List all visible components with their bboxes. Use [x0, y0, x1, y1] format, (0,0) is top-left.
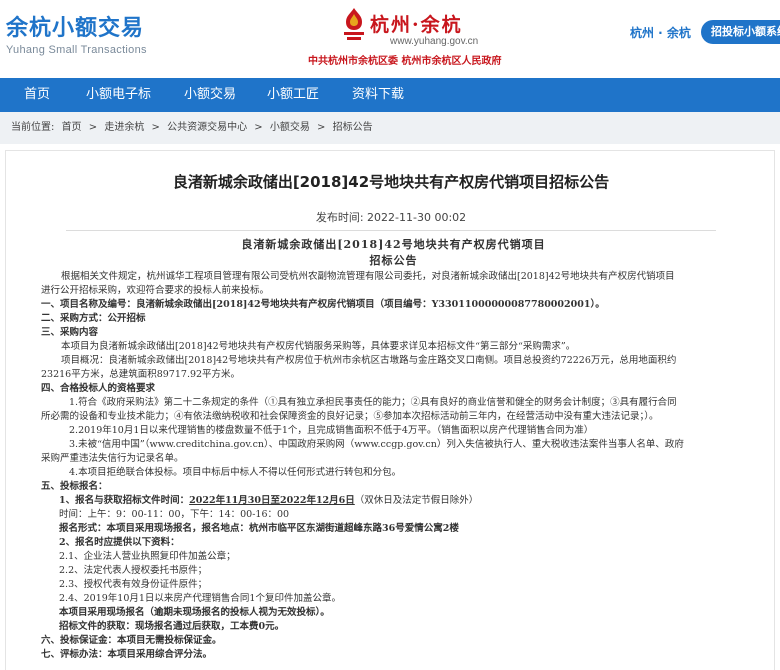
section-heading: 六、投标保证金：本项目无需投标保证金。	[41, 635, 222, 646]
breadcrumb-separator: >	[88, 122, 98, 133]
breadcrumb-resource-center[interactable]: 公共资源交易中心	[167, 122, 247, 133]
paragraph: 报名形式：本项目采用现场报名，报名地点：杭州市临平区东湖街道超峰东路36号爱情公…	[59, 523, 459, 534]
list-item: 2.4、2019年10月1日以来房产代理销售合同1个复印件加盖公章。	[59, 593, 341, 604]
paragraph: 所必需的设备和专业技术能力；④有依法缴纳税收和社会保障资金的良好记录；⑤参加本次…	[41, 411, 659, 422]
government-line: 中共杭州市余杭区委 杭州市余杭区人民政府	[308, 56, 502, 67]
nav-item-downloads[interactable]: 资料下载	[352, 78, 404, 112]
list-item: 2.2、法定代表人授权委托书原件；	[59, 565, 208, 576]
paragraph: 2.2019年10月1日以来代理销售的楼盘数量不低于1个，且完成销售面积不低于4…	[69, 425, 594, 436]
breadcrumb-current: 招标公告	[332, 122, 373, 133]
site-header: 余杭小额交易 Yuhang Small Transactions 杭州·余杭 w…	[0, 0, 780, 76]
paragraph: 4.本项目拒绝联合体投标。项目中标后中标人不得以任何形式进行转包和分包。	[69, 467, 402, 478]
logo-text: 杭州·余杭	[370, 14, 463, 36]
section-heading: 一、项目名称及编号：良渚新城余政储出[2018]42号地块共有产权房代销项目（项…	[41, 299, 605, 310]
section-heading: 二、采购方式：公开招标	[41, 313, 146, 324]
brand-name: 余杭小额交易	[6, 16, 145, 41]
page-title: 良渚新城余政储出[2018]42号地块共有产权房代销项目招标公告	[172, 173, 610, 191]
paragraph: 2、报名时应提供以下资料：	[59, 537, 180, 548]
brand-subtitle: Yuhang Small Transactions	[6, 44, 147, 56]
region-link[interactable]: 杭州 · 余杭	[630, 24, 691, 41]
breadcrumb-label: 当前位置:	[11, 122, 55, 133]
paragraph: 本项目为良渚新城余政储出[2018]42号地块共有产权房代销服务采购等，具体要求…	[61, 341, 576, 352]
paragraph: 招标文件的获取：现场报名通过后获取，工本费0元。	[59, 621, 285, 632]
announcement-body: 良渚新城余政储出[2018]42号地块共有产权房代销项目 招标公告 根据相关文件…	[41, 237, 746, 662]
breadcrumb-about[interactable]: 走进余杭	[104, 122, 144, 133]
bidding-system-button[interactable]: 招投标小额系统	[701, 20, 780, 44]
nav-item-home[interactable]: 首页	[24, 78, 50, 112]
doc-title: 良渚新城余政储出[2018]42号地块共有产权房代销项目	[241, 238, 546, 251]
publish-time: 发布时间: 2022-11-30 00:02	[315, 211, 467, 224]
breadcrumb-home[interactable]: 首页	[62, 122, 82, 133]
breadcrumb-separator: >	[317, 122, 326, 133]
paragraph: 进行公开招标采购，欢迎符合要求的投标人前来投标。	[41, 285, 270, 296]
paragraph: 根据相关文件规定，杭州诚华工程项目管理有限公司受杭州农副物流管理有限公司委托，对…	[61, 271, 675, 282]
emblem-icon	[344, 8, 364, 40]
nav-item-transactions[interactable]: 小额交易	[184, 78, 236, 112]
doc-subtitle: 招标公告	[369, 254, 418, 267]
site-logo[interactable]: 余杭小额交易 Yuhang Small Transactions	[6, 10, 147, 56]
section-heading: 七、评标办法：本项目采用综合评分法。	[41, 649, 213, 660]
breadcrumb-separator: >	[151, 122, 160, 133]
paragraph: 23216平方米，总建筑面积89717.92平方米。	[41, 369, 241, 380]
paragraph: 1.符合《政府采购法》第二十二条规定的条件（①具有独立承担民事责任的能力；②具有…	[69, 397, 677, 408]
breadcrumb-transactions[interactable]: 小额交易	[270, 122, 310, 133]
announcement-panel: 良渚新城余政储出[2018]42号地块共有产权房代销项目招标公告 发布时间: 2…	[5, 150, 775, 670]
divider	[66, 230, 716, 231]
paragraph: 3.未被“信用中国”（www.creditchina.gov.cn）、中国政府采…	[69, 439, 684, 450]
breadcrumb: 当前位置: 首页 > 走进余杭 > 公共资源交易中心 > 小额交易 > 招标公告	[0, 112, 780, 144]
main-nav: 首页 小额电子标 小额交易 小额工匠 资料下载	[0, 78, 780, 112]
paragraph: 项目概况：良渚新城余政储出[2018]42号地块共有产权房位于杭州市余杭区古墩路…	[61, 355, 677, 366]
registration-dates: 2022年11月30日至2022年12月6日	[189, 495, 355, 506]
paragraph: 采购严重违法失信行为记录名单。	[41, 453, 184, 464]
nav-item-e-bidding[interactable]: 小额电子标	[86, 78, 151, 112]
section-heading: 三、采购内容	[41, 327, 99, 338]
nav-item-craftsmen[interactable]: 小额工匠	[267, 78, 319, 112]
paragraph: 1、报名与获取招标文件时间：2022年11月30日至2022年12月6日（双休日…	[41, 494, 746, 508]
breadcrumb-separator: >	[254, 122, 263, 133]
logo-url: www.yuhang.gov.cn	[390, 36, 479, 47]
paragraph: 本项目采用现场报名（逾期未现场报名的投标人视为无效投标）。	[59, 607, 330, 618]
paragraph: 时间：上午：9：00-11：00，下午：14：00-16：00	[59, 509, 290, 520]
section-heading: 四、合格投标人的资格要求	[41, 383, 156, 394]
list-item: 2.3、授权代表有效身份证件原件；	[59, 579, 208, 590]
registration-label: 1、报名与获取招标文件时间：	[59, 495, 190, 506]
section-heading: 五、投标报名：	[41, 481, 108, 492]
registration-note: （双休日及法定节假日除外）	[354, 495, 479, 506]
list-item: 2.1、企业法人营业执照复印件加盖公章；	[59, 551, 236, 562]
